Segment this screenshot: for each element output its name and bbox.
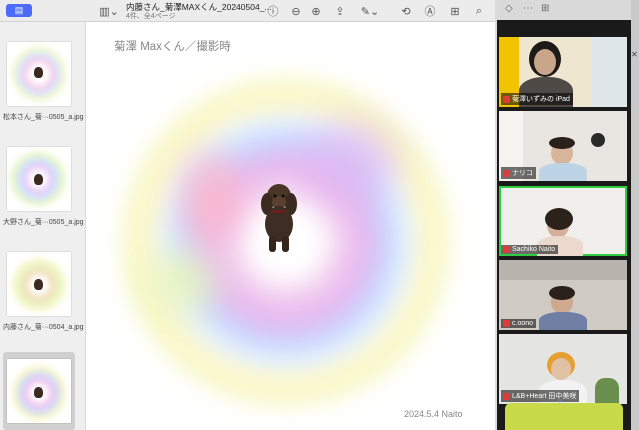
participant-label: Sachiko Naito <box>501 245 559 254</box>
halo-green <box>146 252 216 312</box>
participant-label: c.oono <box>501 319 537 328</box>
zoom-in-icon[interactable]: ⊕ <box>309 3 323 19</box>
highlight-icon[interactable]: ⊞ <box>446 3 464 19</box>
dog-photo <box>261 184 297 252</box>
mute-icon <box>503 392 510 400</box>
participant-name: 菊澤いずみの iPad <box>512 96 570 103</box>
plant <box>595 378 619 404</box>
person-body <box>539 312 587 330</box>
zoom-topbar: ◇ ⋯ ⊞ <box>497 0 631 20</box>
participant-label: 菊澤いずみの iPad <box>501 93 573 105</box>
person-face <box>534 49 556 75</box>
more-icon[interactable]: ⋯ <box>523 3 533 14</box>
thumbnail-caption: 大野さん_菊···0505_a.jpg <box>3 219 84 226</box>
participant-label: L&B+Heart 田中美咲 <box>501 390 580 402</box>
view-icon[interactable]: ▥⌄ <box>98 3 120 19</box>
dog-photo <box>34 387 43 398</box>
participant-label: ナリコ <box>501 167 536 179</box>
thumbnail-4-selected[interactable] <box>7 359 71 423</box>
thumbnail-caption: 内藤さん_菊···0504_a.jpg <box>3 324 84 331</box>
participant-tile[interactable]: 菊澤いずみの iPad <box>499 37 627 107</box>
dog-photo <box>34 174 43 185</box>
halo-pink <box>181 152 241 242</box>
person-hair <box>549 286 575 300</box>
zoom-gallery: 菊澤いずみの iPad ナリコ Sachiko Naito c.oono L&B… <box>497 20 631 430</box>
window <box>591 37 627 107</box>
search-icon[interactable]: ⌕ <box>472 3 486 19</box>
zoom-out-icon[interactable]: ⊖ <box>289 3 303 19</box>
mute-icon <box>503 95 510 103</box>
dog-photo <box>34 279 43 290</box>
tag-icon[interactable]: ◇ <box>505 3 513 14</box>
dog-photo <box>34 67 43 78</box>
mute-icon <box>503 320 510 327</box>
thumbnail-caption: 松本さん_菊···0505_a.jpg <box>3 114 84 121</box>
participant-name: Sachiko Naito <box>512 246 556 253</box>
document-subtitle: 4件、全4ページ <box>126 13 176 20</box>
close-icon[interactable]: ✕ <box>631 50 638 59</box>
markup-icon[interactable]: ✎⌄ <box>360 3 380 19</box>
wall-clock <box>591 133 605 147</box>
participant-name: ナリコ <box>512 170 533 177</box>
mute-icon <box>503 246 510 253</box>
view-grid-icon[interactable]: ⊞ <box>541 3 549 14</box>
participant-tile[interactable]: L&B+Heart 田中美咲 <box>499 334 627 404</box>
sidebar-icon[interactable]: ▤ <box>6 4 32 17</box>
toolbar: ▤ ▥⌄ 内藤さん_菊澤MAXくん_20240504_... 4件、全4ページ … <box>0 0 495 22</box>
thumbnail-sidebar: 松本さん_菊···0505_a.jpg 大野さん_菊···0505_a.jpg … <box>0 22 86 430</box>
right-edge-strip: ✕ <box>631 0 639 430</box>
document-page: 菊澤 Maxくん／撮影時 2024.5.4 Naito <box>86 22 495 430</box>
rotate-icon[interactable]: ⟲ <box>399 3 413 19</box>
participant-name: c.oono <box>512 320 534 327</box>
thumbnail-3[interactable] <box>7 252 71 316</box>
participant-tile[interactable]: c.oono <box>499 260 627 330</box>
participant-name: L&B+Heart 田中美咲 <box>512 393 577 400</box>
self-video-preview <box>505 403 623 430</box>
page-footer: 2024.5.4 Naito <box>404 409 463 419</box>
halo-violet <box>306 122 396 202</box>
participant-tile[interactable]: ナリコ <box>499 111 627 181</box>
page-heading: 菊澤 Maxくん／撮影時 <box>114 41 231 53</box>
wall <box>499 260 627 280</box>
thumbnail-1[interactable] <box>7 42 71 106</box>
person-hair <box>545 208 573 230</box>
mute-icon <box>503 169 510 177</box>
participant-tile-active[interactable]: Sachiko Naito <box>499 186 627 256</box>
preview-window: ▤ ▥⌄ 内藤さん_菊澤MAXくん_20240504_... 4件、全4ページ … <box>0 0 495 430</box>
person-face <box>551 358 571 380</box>
person-hair <box>549 137 575 149</box>
thumbnail-2[interactable] <box>7 147 71 211</box>
info-icon[interactable]: ⓘ <box>266 3 280 19</box>
annotate-icon[interactable]: Ⓐ <box>423 3 437 19</box>
person-body <box>539 163 587 181</box>
share-icon[interactable]: ⇪ <box>333 3 347 19</box>
